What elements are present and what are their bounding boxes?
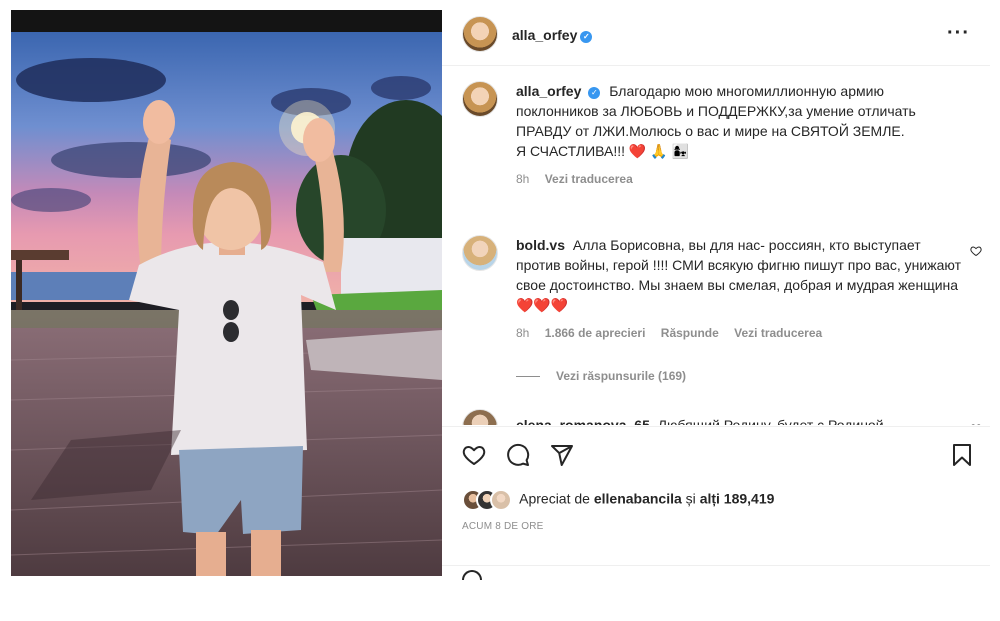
verified-badge-icon: ✓ — [588, 87, 601, 99]
comment-like-heart-icon[interactable] — [970, 423, 982, 425]
comment-translate-link[interactable]: Vezi traducerea — [734, 326, 822, 340]
post-side-panel: alla_orfey ✓ ··· alla_orfey ✓ Благодарю мо… — [442, 10, 990, 580]
author-username-text[interactable]: alla_orfey — [512, 27, 577, 43]
commenter-username[interactable]: elena_romanova_65 — [516, 417, 650, 425]
view-replies-text[interactable]: Vezi răspunsurile (169) — [556, 369, 686, 383]
likers-avatars[interactable] — [462, 489, 516, 511]
posted-time[interactable]: ACUM 8 DE ORE — [462, 521, 544, 532]
commenter-avatar[interactable] — [462, 409, 498, 425]
comment-emojis: ❤️❤️❤️ — [516, 297, 569, 313]
likes-others-link[interactable]: alți 189,419 — [700, 491, 775, 507]
commenter-avatar[interactable] — [462, 235, 498, 271]
likes-mid: și — [685, 490, 696, 507]
caption-text-2: Я СЧАСТЛИВА!!! — [516, 143, 626, 159]
post-photo[interactable] — [11, 10, 442, 576]
comment-likes-count[interactable]: 1.866 de aprecieri — [545, 326, 646, 340]
more-horizontal-icon[interactable]: ··· — [947, 22, 970, 45]
caption-emojis: ❤️ 🙏 👩‍👧 — [628, 143, 689, 159]
comment-time: 8h — [516, 326, 530, 340]
author-username[interactable]: alla_orfey ✓ — [512, 27, 593, 43]
author-avatar[interactable] — [462, 16, 498, 52]
comment-like-heart-icon[interactable] — [970, 245, 982, 257]
likes-prefix: Apreciat de — [519, 490, 590, 507]
caption-username[interactable]: alla_orfey — [516, 83, 581, 99]
share-icon[interactable] — [550, 443, 574, 467]
reply-button[interactable]: Răspunde — [661, 326, 719, 340]
post-image — [11, 10, 442, 576]
caption-avatar[interactable] — [462, 81, 498, 117]
view-replies-link[interactable]: Vezi răspunsurile (169) — [516, 369, 686, 383]
post-header: alla_orfey ✓ ··· — [442, 10, 990, 66]
heart-icon[interactable] — [462, 443, 486, 467]
post-actions: Apreciat de ellenabancila și alți 189,41… — [442, 426, 990, 566]
likes-summary: Apreciat de ellenabancila și alți 189,41… — [462, 489, 774, 511]
caption-translate-link[interactable]: Vezi traducerea — [545, 172, 633, 186]
replies-divider — [516, 376, 540, 378]
comment-text: Алла Борисовна, вы для нас- россиян, кто… — [516, 237, 961, 293]
verified-badge-icon: ✓ — [580, 31, 593, 43]
commenter-username[interactable]: bold.vs — [516, 237, 565, 253]
comment-text: Любящий Родину, будет с Родиной — [657, 417, 884, 425]
comments-list[interactable]: alla_orfey ✓ Благодарю мою многомиллионну… — [442, 67, 990, 425]
comment-icon[interactable] — [506, 443, 530, 467]
bookmark-icon[interactable] — [950, 443, 974, 467]
caption-time: 8h — [516, 172, 530, 186]
likes-user-link[interactable]: ellenabancila — [594, 491, 682, 507]
add-comment-emoji-icon[interactable] — [462, 570, 482, 580]
